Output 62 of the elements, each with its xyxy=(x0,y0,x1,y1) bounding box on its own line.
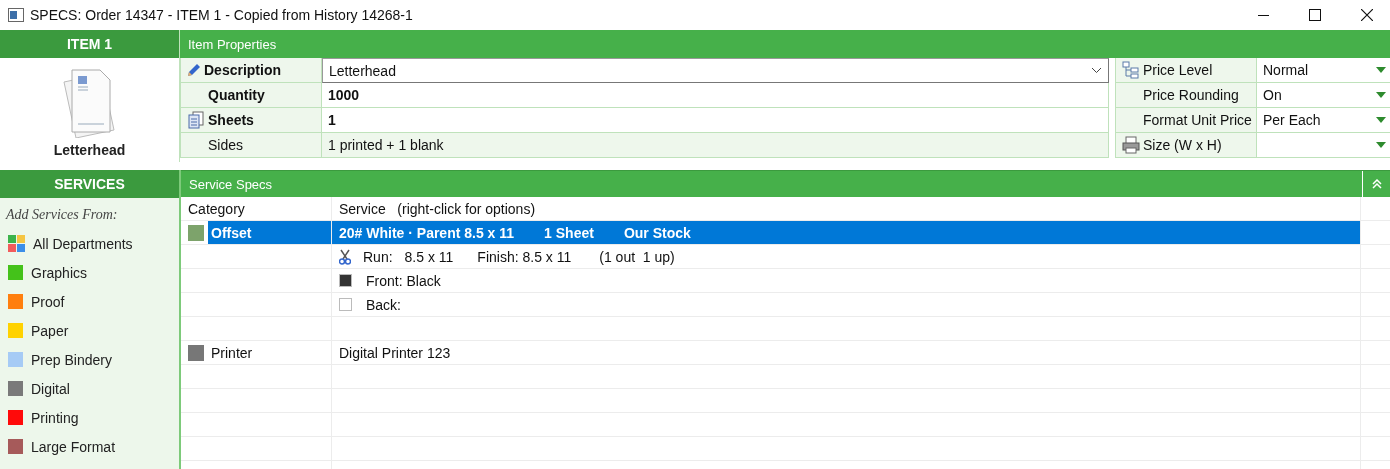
run-size-text: (1 out 1 up) xyxy=(599,248,675,265)
add-services-label: Add Services From: xyxy=(4,206,119,224)
category-cell[interactable]: Offset xyxy=(208,221,331,244)
service-cell: 20# White · Parent 8.5 x 11 xyxy=(339,224,515,241)
pricing-label: Price Level xyxy=(1115,58,1257,83)
department-item[interactable]: Proof xyxy=(0,287,179,316)
pricing-dropdown[interactable]: Normal xyxy=(1257,58,1390,83)
item-name: Letterhead xyxy=(53,142,126,158)
item-header: ITEM 1 xyxy=(0,30,179,58)
dropdown-arrow-icon xyxy=(1376,142,1386,148)
pricing-label: Price Rounding xyxy=(1115,83,1257,108)
property-value[interactable]: 1000 xyxy=(322,83,1109,108)
run-size-text: 8.5 x 11 xyxy=(404,248,454,265)
department-item[interactable]: Digital xyxy=(0,374,179,403)
section-header: Item Properties xyxy=(180,30,1390,58)
property-label: Sides xyxy=(180,133,322,158)
dropdown-arrow-icon xyxy=(1376,67,1386,73)
maximize-icon xyxy=(1309,9,1321,21)
property-label: Description xyxy=(180,58,322,83)
grid-icon xyxy=(8,235,25,252)
double-chevron-up-icon xyxy=(1371,179,1382,189)
run-size-text: Finish: 8.5 x 11 xyxy=(477,248,572,265)
service-row[interactable]: 20# White · Parent 8.5 x 11 1 Sheet Our Stock xyxy=(332,221,1360,244)
ink-text: Back: xyxy=(366,296,401,313)
department-item[interactable]: Printing xyxy=(0,403,179,432)
scissors-icon xyxy=(339,248,351,265)
chevron-down-icon xyxy=(1091,67,1102,74)
pricing-dropdown[interactable]: On xyxy=(1257,83,1390,108)
property-label: Quantity xyxy=(180,83,322,108)
service-row[interactable]: Digital Printer 123 xyxy=(332,341,1360,364)
service-cell: Our Stock xyxy=(623,224,691,241)
department-item[interactable]: Paper xyxy=(0,316,179,345)
window-icon xyxy=(8,8,24,22)
department-item[interactable]: Prep Bindery xyxy=(0,345,179,374)
department-item[interactable]: Large Format xyxy=(0,432,179,461)
property-label: Sheets xyxy=(180,108,322,133)
column-header: Category xyxy=(188,200,245,217)
run-size-text: Run: xyxy=(363,248,393,265)
property-value: 1 printed + 1 blank xyxy=(322,133,1109,158)
category-cell[interactable]: Printer xyxy=(208,341,331,364)
pencil-icon xyxy=(187,63,201,77)
minimize-icon xyxy=(1257,14,1269,16)
description-combo[interactable]: Letterhead xyxy=(322,58,1109,83)
service-cell: Digital Printer 123 xyxy=(339,344,451,361)
close-icon xyxy=(1361,9,1373,21)
pricing-label: Format Unit Price xyxy=(1115,108,1257,133)
department-item[interactable]: Graphics xyxy=(0,258,179,287)
section-header: Service Specs xyxy=(189,176,273,192)
documents-icon xyxy=(187,111,205,129)
printer-icon xyxy=(1122,136,1140,154)
ink-text: Front: Black xyxy=(366,272,441,289)
window-title: SPECS: Order 14347 - ITEM 1 - Copied from History 14268-1 xyxy=(30,7,414,23)
dropdown-arrow-icon xyxy=(1376,117,1386,123)
services-header: SERVICES xyxy=(0,170,179,198)
service-cell: 1 Sheet xyxy=(544,224,594,241)
property-value[interactable]: 1 xyxy=(322,108,1109,133)
hierarchy-icon xyxy=(1122,61,1140,79)
department-item[interactable]: All Departments xyxy=(0,229,179,258)
dropdown-arrow-icon xyxy=(1376,92,1386,98)
pricing-label: Size (W x H) xyxy=(1115,133,1257,158)
pricing-dropdown[interactable]: Per Each xyxy=(1257,108,1390,133)
column-header: Service (right-click for options) xyxy=(339,200,536,217)
